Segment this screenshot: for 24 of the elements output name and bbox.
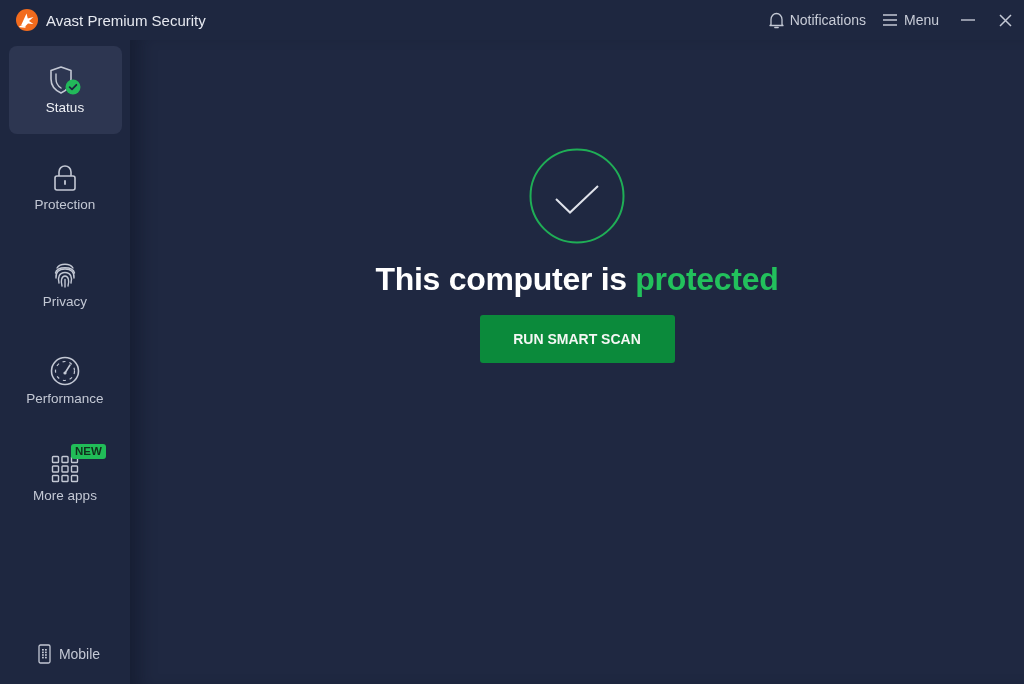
check-circle-icon <box>529 148 625 244</box>
close-icon <box>999 13 1012 27</box>
sidebar-item[interactable]: Protection <box>8 143 122 231</box>
speedometer-icon <box>50 356 80 386</box>
bell-icon <box>768 11 784 29</box>
shield-check-icon <box>49 65 81 95</box>
app-logo-icon <box>16 9 38 31</box>
sidebar-item[interactable]: NEW More apps <box>8 434 122 522</box>
menu-button[interactable]: Menu <box>881 8 939 32</box>
status-headline: This computer is protected <box>375 260 779 298</box>
sidebar-item[interactable]: Performance <box>8 337 122 425</box>
grid-icon <box>51 455 79 483</box>
minimize-icon <box>961 19 975 21</box>
sidebar-item[interactable]: Status <box>8 46 122 134</box>
fingerprint-icon <box>53 261 77 289</box>
menu-icon <box>881 13 898 27</box>
run-smart-scan-button[interactable]: RUN SMART SCAN <box>479 315 675 363</box>
mobile-link[interactable]: Mobile <box>37 642 101 666</box>
new-badge: NEW <box>71 444 106 459</box>
sidebar-item[interactable]: Privacy <box>8 240 122 328</box>
window-title: Avast Premium Security <box>46 11 206 29</box>
notifications-button[interactable]: Notifications <box>768 7 866 33</box>
phone-icon <box>37 644 51 664</box>
lock-icon <box>53 164 77 192</box>
